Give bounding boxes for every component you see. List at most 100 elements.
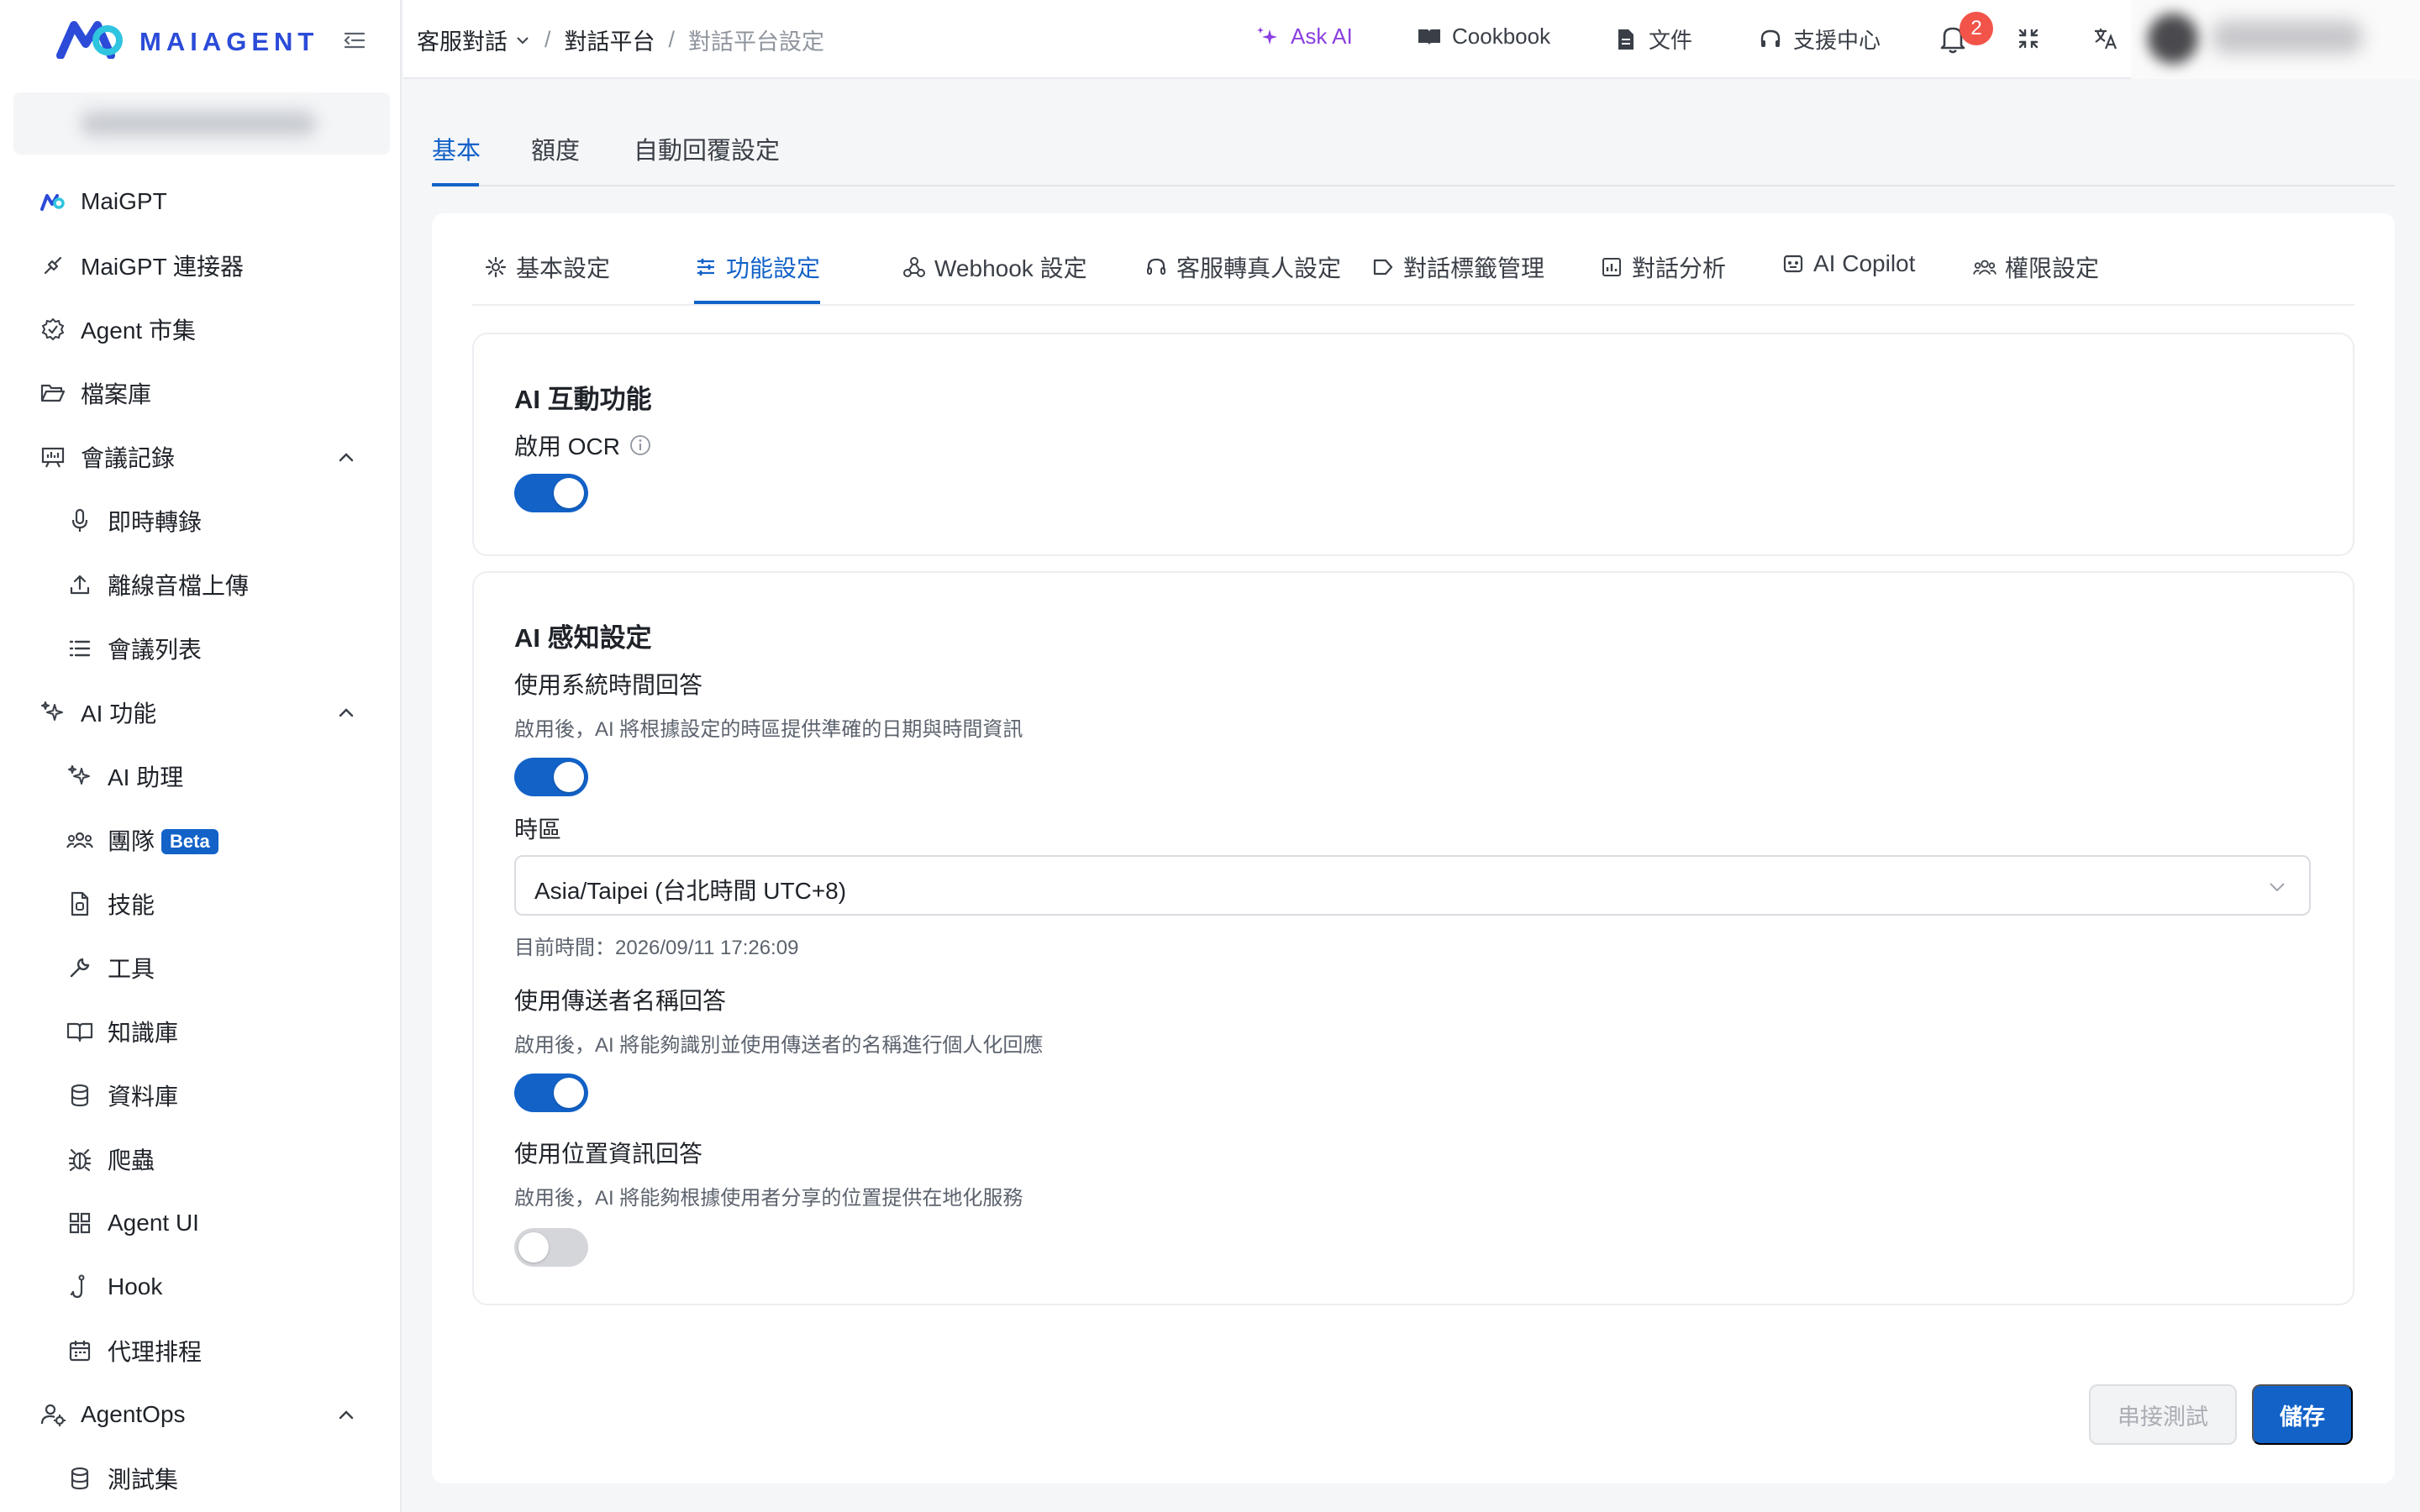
sidebar-item-label: 工具 bbox=[108, 956, 155, 982]
tag-icon bbox=[1371, 255, 1395, 279]
sidebar-item-hook[interactable]: Hook bbox=[0, 1260, 402, 1314]
integration-test-button[interactable]: 串接測試 bbox=[2089, 1384, 2237, 1445]
sidebar-item-meeting-list[interactable]: 會議列表 bbox=[0, 622, 402, 675]
ai-perception-card: AI 感知設定 使用系統時間回答 啟用後，AI 將根據設定的時區提供準確的日期與… bbox=[472, 571, 2354, 1305]
user-menu[interactable] bbox=[2131, 0, 2420, 79]
sidebar-item-agentops[interactable]: AgentOps bbox=[0, 1388, 402, 1441]
calendar-icon bbox=[66, 1336, 94, 1365]
organization-switcher[interactable] bbox=[13, 92, 390, 155]
headset-icon bbox=[1144, 255, 1168, 279]
sparkles-icon bbox=[39, 698, 67, 727]
sidebar-item-ai-features[interactable]: AI 功能 bbox=[0, 685, 402, 739]
sparkles-icon bbox=[1255, 24, 1281, 50]
ai-perception-title: AI 感知設定 bbox=[514, 623, 652, 653]
subtab-webhook-settings[interactable]: Webhook 設定 bbox=[902, 250, 1087, 284]
sidebar-item-team-label: 團隊 bbox=[108, 828, 155, 854]
timezone-select[interactable]: Asia/Taipei (台北時間 UTC+8) bbox=[514, 855, 2311, 916]
subtab-human-handoff[interactable]: 客服轉真人設定 bbox=[1144, 250, 1341, 284]
beta-badge: Beta bbox=[161, 829, 218, 854]
brand-name: MAIAGENT bbox=[139, 27, 319, 56]
book-icon bbox=[1417, 24, 1442, 50]
current-time-text: 目前時間：2026/09/11 17:26:09 bbox=[514, 937, 799, 959]
sidebar-item-label: Hook bbox=[108, 1273, 163, 1299]
sidebar-item-agent-ui[interactable]: Agent UI bbox=[0, 1196, 402, 1250]
chevron-up-icon[interactable] bbox=[334, 445, 358, 469]
subtab-label: 功能設定 bbox=[726, 255, 821, 281]
collapse-sidebar-button[interactable] bbox=[339, 25, 370, 55]
subtab-chat-analytics[interactable]: 對話分析 bbox=[1600, 250, 1726, 284]
sidebar-item-label: AgentOps bbox=[81, 1401, 186, 1427]
ask-ai-label: Ask AI bbox=[1291, 24, 1353, 49]
sidebar-item-ai-assistant[interactable]: AI 助理 bbox=[0, 749, 402, 803]
breadcrumb-item-chat-platform[interactable]: 對話平台 bbox=[565, 24, 655, 56]
save-button[interactable]: 儲存 bbox=[2252, 1384, 2353, 1445]
sidebar-item-agent-schedule[interactable]: 代理排程 bbox=[0, 1324, 402, 1378]
tab-auto-reply[interactable]: 自動回覆設定 bbox=[634, 131, 780, 166]
chevron-down-icon bbox=[2270, 883, 2285, 892]
chevron-down-icon[interactable] bbox=[514, 32, 531, 49]
tab-quota[interactable]: 額度 bbox=[531, 131, 580, 166]
subtab-tag-management[interactable]: 對話標籤管理 bbox=[1371, 250, 1544, 284]
sidebar-item-maigpt-connector[interactable]: MaiGPT 連接器 bbox=[0, 239, 402, 292]
subtab-basic-settings[interactable]: 基本設定 bbox=[484, 250, 610, 284]
docs-link[interactable]: 文件 bbox=[1613, 24, 1692, 55]
info-icon[interactable] bbox=[629, 433, 652, 457]
sidebar-item-maigpt[interactable]: MaiGPT bbox=[0, 175, 402, 228]
subtab-label: Webhook 設定 bbox=[934, 255, 1087, 281]
menu-fold-icon bbox=[344, 32, 366, 49]
sidebar-item-skills[interactable]: 技能 bbox=[0, 877, 402, 931]
tab-basic[interactable]: 基本 bbox=[432, 131, 481, 166]
sidebar-item-file-library[interactable]: 檔案庫 bbox=[0, 366, 402, 420]
system-time-label: 使用系統時間回答 bbox=[514, 672, 703, 698]
chevron-up-icon[interactable] bbox=[334, 1403, 358, 1426]
sidebar-item-label: 檔案庫 bbox=[81, 381, 152, 407]
support-center-link[interactable]: 支援中心 bbox=[1758, 24, 1881, 55]
cookbook-link[interactable]: Cookbook bbox=[1417, 24, 1550, 50]
breadcrumb-item-customer-chat[interactable]: 客服對話 bbox=[417, 24, 508, 56]
sidebar-item-tools[interactable]: 工具 bbox=[0, 941, 402, 995]
document-icon bbox=[1613, 27, 1639, 52]
team-icon bbox=[66, 826, 94, 854]
sidebar-item-knowledge-base[interactable]: 知識庫 bbox=[0, 1005, 402, 1058]
webhook-icon bbox=[902, 255, 926, 279]
sidebar-item-crawler[interactable]: 爬蟲 bbox=[0, 1132, 402, 1186]
subtab-feature-settings[interactable]: 功能設定 bbox=[694, 250, 820, 284]
organization-name-redacted bbox=[81, 111, 316, 136]
skill-file-icon bbox=[66, 890, 94, 918]
sidebar-item-agent-market[interactable]: Agent 市集 bbox=[0, 302, 402, 356]
copilot-icon bbox=[1781, 252, 1805, 276]
avatar bbox=[2148, 13, 2198, 64]
sidebar-item-meeting-records[interactable]: 會議記錄 bbox=[0, 430, 402, 484]
breadcrumb-separator: / bbox=[668, 27, 676, 52]
subtab-permissions[interactable]: 權限設定 bbox=[1973, 250, 2099, 284]
subtab-ai-copilot[interactable]: AI Copilot bbox=[1781, 250, 1915, 277]
sidebar-item-offline-upload[interactable]: 離線音檔上傳 bbox=[0, 558, 402, 612]
sidebar-item-database[interactable]: 資料庫 bbox=[0, 1068, 402, 1122]
sidebar-item-label: MaiGPT 連接器 bbox=[81, 254, 244, 280]
settings-panel: 基本設定 功能設定 Webhook 設定 客服轉真人設定 對話標籤管理 對話分析… bbox=[432, 213, 2395, 1483]
language-button[interactable] bbox=[2091, 24, 2121, 54]
cookbook-label: Cookbook bbox=[1452, 24, 1551, 49]
connector-icon bbox=[39, 251, 67, 280]
sidebar-item-team[interactable]: 團隊 Beta bbox=[0, 813, 402, 867]
toggle-knob bbox=[554, 1078, 584, 1108]
fullscreen-button[interactable] bbox=[2013, 24, 2044, 54]
folder-open-icon bbox=[39, 379, 67, 407]
location-toggle[interactable] bbox=[514, 1228, 588, 1267]
chevron-up-icon[interactable] bbox=[334, 701, 358, 724]
subtab-label: AI Copilot bbox=[1813, 250, 1916, 276]
database-icon bbox=[66, 1464, 94, 1493]
sidebar-item-label: Agent UI bbox=[108, 1210, 199, 1236]
system-time-toggle[interactable] bbox=[514, 758, 588, 796]
subtab-label: 對話標籤管理 bbox=[1403, 255, 1545, 281]
username-redacted bbox=[2212, 20, 2363, 54]
sidebar-item-live-transcription[interactable]: 即時轉錄 bbox=[0, 494, 402, 548]
sidebar-item-test-set[interactable]: 測試集 bbox=[0, 1452, 402, 1505]
timezone-value: Asia/Taipei (台北時間 UTC+8) bbox=[534, 878, 847, 904]
ocr-toggle[interactable] bbox=[514, 474, 588, 512]
toggle-knob bbox=[554, 762, 584, 792]
ask-ai-button[interactable]: Ask AI bbox=[1255, 24, 1353, 50]
sender-name-toggle[interactable] bbox=[514, 1074, 588, 1112]
verified-badge-icon bbox=[39, 315, 67, 344]
bug-icon bbox=[66, 1145, 94, 1173]
